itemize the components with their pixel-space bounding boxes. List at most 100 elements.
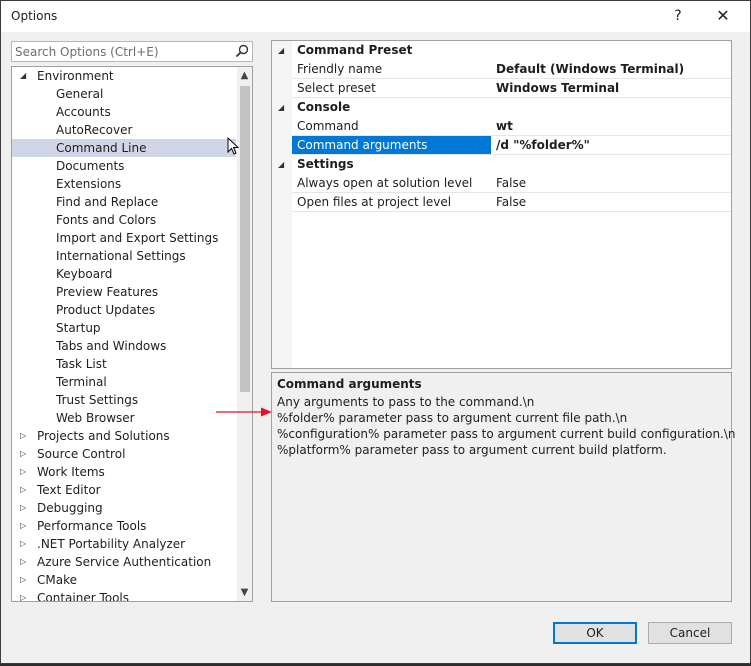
tree-item-label: Trust Settings (56, 393, 139, 407)
window-title: Options (11, 9, 58, 23)
tree-item[interactable]: ◢ Environment (12, 67, 236, 85)
tree-item[interactable]: Product Updates (12, 301, 236, 319)
grid-category[interactable]: ◢ Command Preset (272, 41, 731, 60)
title-bar: Options ? ✕ (1, 1, 750, 32)
grid-category[interactable]: ◢ Settings (272, 155, 731, 174)
property-name[interactable]: Command arguments (292, 136, 491, 155)
tree-item[interactable]: Keyboard (12, 265, 236, 283)
property-name[interactable]: Friendly name (292, 60, 491, 79)
grid-property-row[interactable]: Always open at solution level False (272, 174, 731, 193)
grid-property-row[interactable]: Select preset Windows Terminal (272, 79, 731, 98)
tree-item-label: Performance Tools (37, 519, 147, 533)
tree-item[interactable]: Command Line (12, 139, 236, 157)
tree-item-label: Terminal (56, 375, 107, 389)
tree-item-label: Projects and Solutions (37, 429, 170, 443)
tree-item[interactable]: ▷ Work Items (12, 463, 236, 481)
tree-item-label: Import and Export Settings (56, 231, 219, 245)
tree-item[interactable]: Extensions (12, 175, 236, 193)
tree-item[interactable]: Find and Replace (12, 193, 236, 211)
grid-category[interactable]: ◢ Console (272, 98, 731, 117)
collapsed-arrow-icon[interactable]: ▷ (20, 589, 30, 601)
tree-item[interactable]: Accounts (12, 103, 236, 121)
property-value[interactable]: wt (491, 117, 731, 136)
tree-item[interactable]: Trust Settings (12, 391, 236, 409)
collapsed-arrow-icon[interactable]: ▷ (20, 535, 30, 553)
tree-item[interactable]: General (12, 85, 236, 103)
grid-property-row[interactable]: Command wt (272, 117, 731, 136)
scroll-down-icon[interactable]: ▼ (237, 584, 252, 601)
tree-item-label: International Settings (56, 249, 186, 263)
tree-item[interactable]: ▷ .NET Portability Analyzer (12, 535, 236, 553)
tree-item-label: Tabs and Windows (56, 339, 167, 353)
tree-item[interactable]: Tabs and Windows (12, 337, 236, 355)
tree-item[interactable]: International Settings (12, 247, 236, 265)
expanded-arrow-icon[interactable]: ◢ (20, 67, 30, 85)
tree-item[interactable]: Import and Export Settings (12, 229, 236, 247)
expanded-arrow-icon[interactable]: ◢ (278, 155, 284, 174)
search-input[interactable] (15, 42, 225, 61)
property-value[interactable]: False (491, 174, 731, 193)
description-line: Any arguments to pass to the command.\n (277, 395, 535, 409)
grid-property-row[interactable]: Open files at project level False (272, 193, 731, 212)
scroll-up-icon[interactable]: ▲ (237, 67, 252, 84)
property-value[interactable]: False (491, 193, 731, 212)
grid-rows: ◢ Command Preset Friendly name Default (Win… (272, 41, 731, 212)
tree-item[interactable]: ▷ Projects and Solutions (12, 427, 236, 445)
collapsed-arrow-icon[interactable]: ▷ (20, 553, 30, 571)
tree-item-label: Product Updates (56, 303, 156, 317)
tree-item-label: General (56, 87, 104, 101)
tree-item-label: Accounts (56, 105, 111, 119)
collapsed-arrow-icon[interactable]: ▷ (20, 571, 30, 589)
collapsed-arrow-icon[interactable]: ▷ (20, 499, 30, 517)
property-value[interactable]: Windows Terminal (491, 79, 731, 98)
property-value[interactable]: /d "%folder%" (491, 136, 731, 155)
grid-property-row[interactable]: Command arguments/d "%folder%" (272, 136, 731, 155)
help-button[interactable]: ? (663, 5, 693, 27)
property-value[interactable]: Default (Windows Terminal) (491, 60, 731, 79)
options-dialog: Options ? ✕ ◢ Environment General Accounts A… (0, 0, 751, 664)
grid-property-row[interactable]: Friendly name Default (Windows Terminal) (272, 60, 731, 79)
tree-item[interactable]: Preview Features (12, 283, 236, 301)
property-grid[interactable]: ◢ Command Preset Friendly name Default (Win… (271, 40, 732, 369)
tree-item[interactable]: Web Browser (12, 409, 236, 427)
collapsed-arrow-icon[interactable]: ▷ (20, 427, 30, 445)
tree-item-label: Debugging (37, 501, 103, 515)
options-tree[interactable]: ◢ Environment General Accounts AutoRecover Co… (11, 66, 253, 602)
tree-item-label: Source Control (37, 447, 126, 461)
grid-category-label: Command Preset (297, 43, 413, 57)
collapsed-arrow-icon[interactable]: ▷ (20, 463, 30, 481)
search-icon[interactable] (234, 43, 250, 59)
tree-item-label: Text Editor (37, 483, 101, 497)
tree-item[interactable]: AutoRecover (12, 121, 236, 139)
property-name[interactable]: Always open at solution level (292, 174, 491, 193)
scroll-thumb[interactable] (240, 86, 250, 392)
tree-item[interactable]: ▷ Source Control (12, 445, 236, 463)
expanded-arrow-icon[interactable]: ◢ (278, 41, 284, 60)
tree-item[interactable]: Fonts and Colors (12, 211, 236, 229)
collapsed-arrow-icon[interactable]: ▷ (20, 517, 30, 535)
tree-item[interactable]: Startup (12, 319, 236, 337)
collapsed-arrow-icon[interactable]: ▷ (20, 481, 30, 499)
tree-item-label: Extensions (56, 177, 122, 191)
property-name[interactable]: Open files at project level (292, 193, 491, 212)
close-button[interactable]: ✕ (708, 5, 738, 27)
mouse-cursor-icon (227, 137, 240, 155)
property-name[interactable]: Select preset (292, 79, 491, 98)
cancel-button[interactable]: Cancel (648, 622, 732, 644)
expanded-arrow-icon[interactable]: ◢ (278, 98, 284, 117)
tree-item[interactable]: ▷ Debugging (12, 499, 236, 517)
tree-item[interactable]: ▷ Container Tools (12, 589, 236, 601)
search-box[interactable] (11, 41, 253, 62)
grid-category-label: Settings (297, 157, 354, 171)
tree-item[interactable]: Documents (12, 157, 236, 175)
collapsed-arrow-icon[interactable]: ▷ (20, 445, 30, 463)
ok-button[interactable]: OK (553, 622, 637, 644)
property-name[interactable]: Command (292, 117, 491, 136)
tree-item-label: Command Line (56, 141, 147, 155)
tree-item[interactable]: ▷ Azure Service Authentication (12, 553, 236, 571)
tree-item[interactable]: ▷ Performance Tools (12, 517, 236, 535)
tree-item[interactable]: Terminal (12, 373, 236, 391)
tree-item[interactable]: ▷ Text Editor (12, 481, 236, 499)
tree-item[interactable]: Task List (12, 355, 236, 373)
tree-item[interactable]: ▷ CMake (12, 571, 236, 589)
